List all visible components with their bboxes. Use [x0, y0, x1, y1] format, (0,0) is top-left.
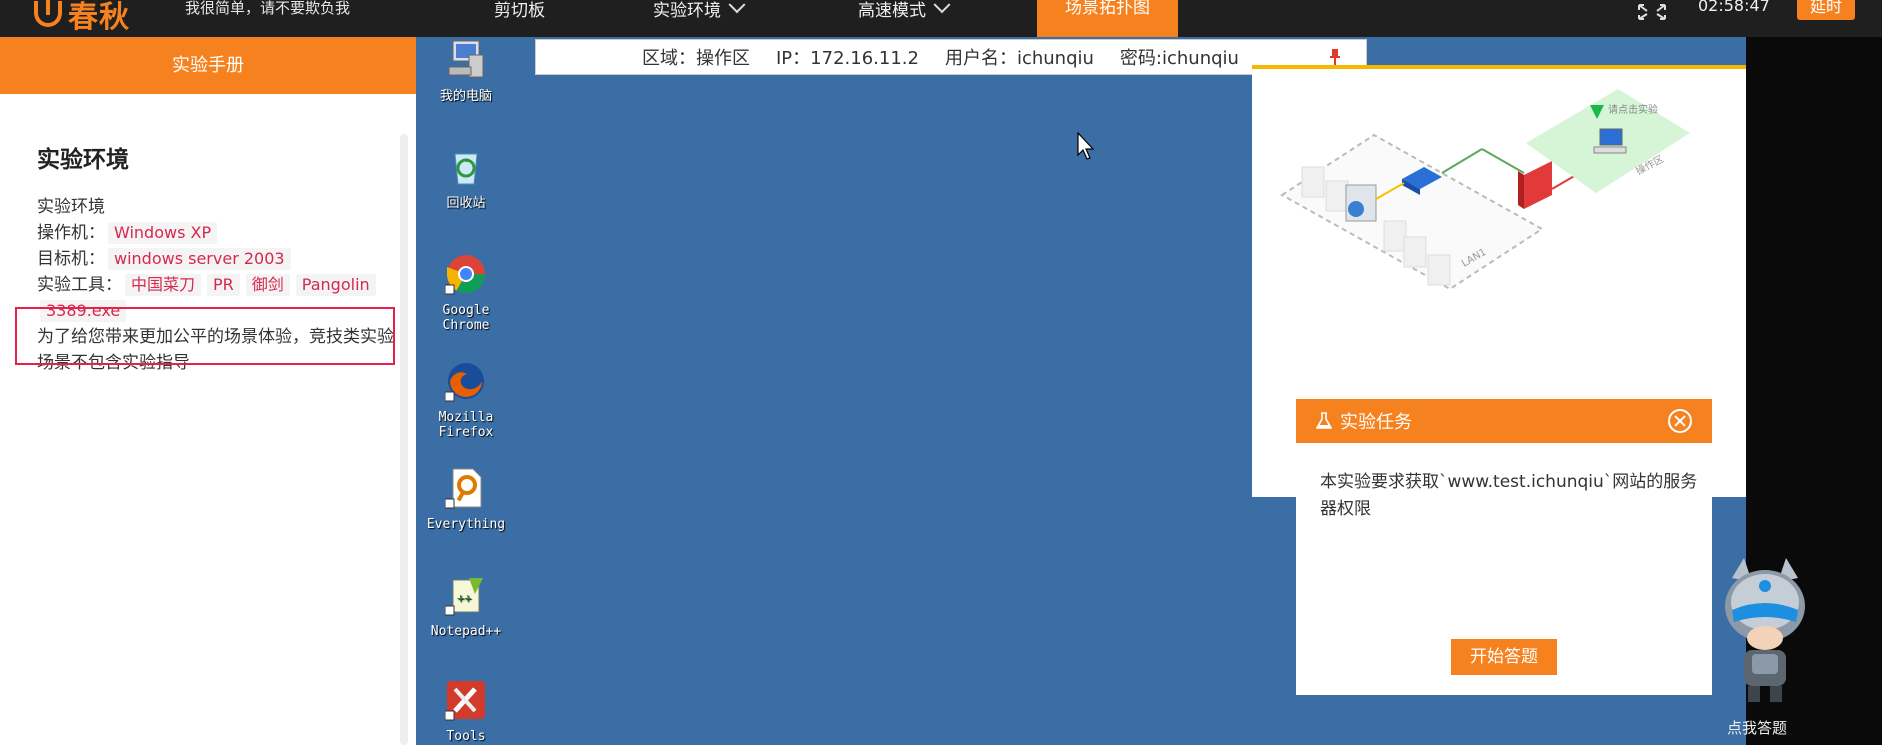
- start-answer-button[interactable]: 开始答题: [1451, 639, 1557, 675]
- desktop-icon-notepad-plus-plus[interactable]: ++ Notepad++: [416, 574, 516, 639]
- countdown-timer: 02:58:47: [1698, 0, 1770, 15]
- tool-tag: Pangolin: [295, 274, 376, 296]
- ip-info: IP：172.16.11.2: [776, 48, 919, 69]
- desktop-icon-label: Google Chrome: [442, 303, 490, 333]
- start-answer-label: 开始答题: [1470, 647, 1538, 666]
- operator-os-tag: Windows XP: [108, 222, 218, 244]
- extend-time-label: 延时: [1809, 0, 1842, 16]
- desktop-icon-mozilla-firefox[interactable]: Mozilla Firefox: [416, 360, 516, 440]
- desktop-icon-label: Tools: [446, 729, 486, 744]
- desktop-icon-label: Everything: [426, 517, 506, 532]
- tools-label: 实验工具：: [37, 275, 122, 295]
- mouse-cursor-icon: [1077, 132, 1095, 160]
- logo[interactable]: 春秋: [34, 0, 130, 36]
- zone-info: 区域：操作区: [642, 48, 750, 69]
- desktop-icon-my-computer[interactable]: 我的电脑: [416, 39, 516, 104]
- task-description: 本实验要求获取`www.test.ichunqiu`网站的服务器权限: [1320, 472, 1698, 519]
- tool-tag: PR: [207, 274, 240, 296]
- firefox-icon: [444, 363, 484, 402]
- robot-assistant-icon[interactable]: [1710, 558, 1820, 708]
- logo-icon: [34, 0, 62, 27]
- chevron-down-icon: [933, 0, 951, 13]
- tab-scene-topology-label: 场景拓扑图: [1065, 0, 1150, 18]
- lab-manual-title: 实验手册: [172, 55, 244, 76]
- target-os-tag: windows server 2003: [108, 248, 291, 270]
- nav-speed-mode-label: 高速模式: [858, 1, 926, 21]
- slogan: 我很简单，请不要欺负我: [185, 0, 351, 17]
- lab-manual-header[interactable]: 实验手册: [0, 37, 416, 94]
- remote-desktop[interactable]: 我的电脑 回收站 Google Chrome Mozilla Firefox E…: [416, 37, 1746, 745]
- nav-lab-environment-label: 实验环境: [653, 1, 721, 21]
- topology-hint: 请点击实验: [1608, 103, 1658, 116]
- everything-icon: [444, 468, 482, 509]
- target-machine-row: 目标机： windows server 2003: [37, 246, 397, 272]
- desktop-icon-label: 我的电脑: [439, 89, 492, 104]
- extend-time-button[interactable]: 延时: [1797, 0, 1855, 20]
- desktop-icon-google-chrome[interactable]: Google Chrome: [416, 253, 516, 333]
- task-header: 实验任务: [1296, 399, 1712, 443]
- answer-assistant-label[interactable]: 点我答题: [1727, 717, 1787, 738]
- lab-task-panel: 实验任务 本实验要求获取`www.test.ichunqiu`网站的服务器权限 …: [1296, 399, 1712, 695]
- tools-icon: [444, 681, 485, 721]
- task-title: 实验任务: [1340, 412, 1412, 433]
- password-info: 密码:ichunqiu: [1119, 48, 1239, 69]
- top-bar: 春秋 我很简单，请不要欺负我 剪切板 实验环境 高速模式 场景拓扑图 02:58…: [0, 0, 1882, 37]
- section-title: 实验环境: [37, 147, 129, 173]
- chrome-icon: [444, 255, 486, 295]
- fullscreen-icon[interactable]: [1637, 3, 1667, 21]
- scrollbar[interactable]: [400, 134, 408, 745]
- flask-icon: [1316, 412, 1332, 429]
- env-line: 实验环境: [37, 197, 105, 217]
- tool-tag: 御剑: [245, 274, 290, 296]
- notepad-icon: ++: [444, 578, 483, 616]
- desktop-icon-tools[interactable]: Tools: [416, 679, 516, 744]
- desktop-icon-label: 回收站: [446, 196, 486, 211]
- recycle-bin-icon: [454, 153, 478, 185]
- desktop-icon-recycle-bin[interactable]: 回收站: [416, 146, 516, 211]
- target-label: 目标机：: [37, 249, 105, 269]
- operator-label: 操作机：: [37, 223, 105, 243]
- connection-info-bar: 区域：操作区 IP：172.16.11.2 用户名：ichunqiu 密码:ic…: [535, 39, 1367, 75]
- nav-lab-environment[interactable]: 实验环境: [653, 0, 746, 21]
- chevron-down-icon: [728, 0, 746, 13]
- nav-clipboard-label: 剪切板: [494, 1, 545, 21]
- desktop-icon-label: Notepad++: [430, 624, 502, 639]
- operator-machine-row: 操作机： Windows XP: [37, 220, 397, 246]
- tab-scene-topology[interactable]: 场景拓扑图: [1037, 0, 1178, 37]
- username-info: 用户名：ichunqiu: [944, 48, 1094, 69]
- svg-text:++: ++: [457, 591, 471, 605]
- computer-icon: [448, 40, 484, 78]
- logo-text: 春秋: [68, 0, 130, 35]
- nav-clipboard[interactable]: 剪切板: [494, 0, 545, 21]
- nav-speed-mode[interactable]: 高速模式: [858, 0, 951, 21]
- pin-icon[interactable]: [1330, 49, 1340, 65]
- tools-highlight-box: [15, 307, 395, 365]
- desktop-icon-everything[interactable]: Everything: [416, 467, 516, 532]
- desktop-icon-label: Mozilla Firefox: [438, 410, 494, 440]
- close-icon[interactable]: [1668, 409, 1692, 433]
- lab-manual-panel: 实验手册 实验环境 实验环境 操作机： Windows XP 目标机： window…: [0, 37, 416, 745]
- tool-tag: 中国菜刀: [125, 274, 202, 296]
